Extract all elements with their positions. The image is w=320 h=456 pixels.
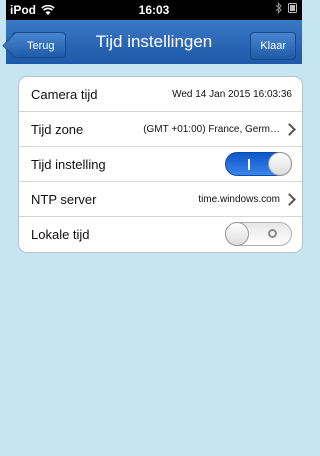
- app-screen: iPod 16:03 Terug Tijd instellingen Klaar: [6, 0, 303, 456]
- chevron-right-icon: [283, 192, 296, 206]
- bluetooth-icon: [275, 2, 282, 14]
- toggle-knob: [225, 222, 249, 246]
- toggle-knob: [268, 152, 292, 176]
- time-setting-toggle[interactable]: [225, 152, 292, 176]
- chevron-right-icon: [283, 122, 296, 136]
- status-bar: iPod 16:03: [6, 0, 302, 20]
- toggle-off-mark: [268, 229, 277, 238]
- status-time: 16:03: [138, 3, 170, 17]
- settings-group: Camera tijd Wed 14 Jan 2015 16:03:36 Tij…: [18, 76, 303, 253]
- camera-time-row: Camera tijd Wed 14 Jan 2015 16:03:36: [19, 77, 302, 112]
- back-button[interactable]: Terug: [12, 32, 66, 58]
- back-button-label: Terug: [27, 40, 55, 52]
- ntp-server-value: time.windows.com: [198, 193, 280, 205]
- local-time-row: Lokale tijd: [19, 217, 302, 252]
- toggle-on-mark: [248, 159, 250, 170]
- ntp-server-row[interactable]: NTP server time.windows.com: [19, 182, 302, 217]
- ntp-server-label: NTP server: [31, 191, 97, 207]
- camera-time-value: Wed 14 Jan 2015 16:03:36: [172, 88, 292, 100]
- settings-panel: Camera tijd Wed 14 Jan 2015 16:03:36 Tij…: [6, 64, 303, 456]
- timezone-label: Tijd zone: [31, 121, 84, 137]
- done-button[interactable]: Klaar: [250, 32, 296, 60]
- time-setting-label: Tijd instelling: [31, 156, 106, 172]
- navigation-bar: Terug Tijd instellingen Klaar: [6, 20, 302, 65]
- camera-time-label: Camera tijd: [31, 86, 98, 102]
- local-time-toggle[interactable]: [225, 222, 292, 246]
- status-right: [275, 2, 298, 14]
- timezone-row[interactable]: Tijd zone (GMT +01:00) France, Germ…: [19, 112, 302, 147]
- time-setting-row: Tijd instelling: [19, 147, 302, 182]
- timezone-value: (GMT +01:00) France, Germ…: [143, 123, 280, 135]
- battery-icon: [288, 3, 297, 13]
- local-time-label: Lokale tijd: [31, 227, 90, 242]
